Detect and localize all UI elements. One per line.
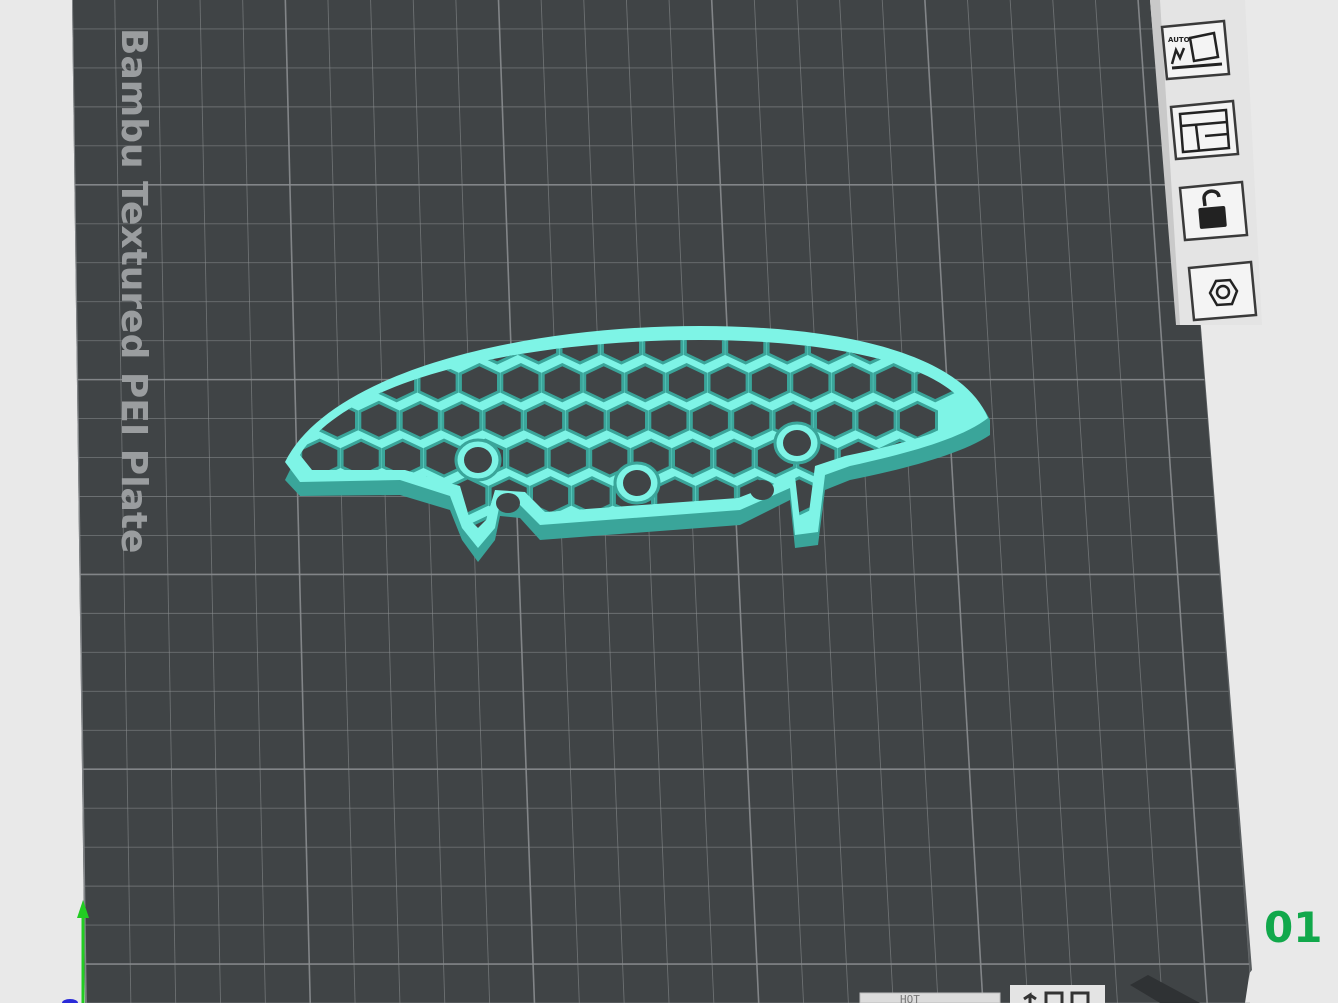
x-axis [62,999,78,1003]
honeycomb-cell [399,400,441,441]
bottom-bar-text: HOT [900,993,920,1003]
honeycomb-cell [547,438,589,478]
honeycomb-cell [441,400,483,441]
honeycomb-cell [831,363,873,403]
mounting-hole [496,493,520,513]
honeycomb-cell [624,363,666,403]
honeycomb-cell [482,400,524,441]
honeycomb-cell [790,363,832,403]
honeycomb-cell [707,363,749,403]
honeycomb-cell [506,438,548,478]
honeycomb-cell [814,400,856,441]
honeycomb-cell [648,400,690,441]
honeycomb-cell [458,363,500,403]
honeycomb-cell [583,363,625,403]
honeycomb-cell [606,400,648,441]
mounting-hole [773,421,821,465]
plate-label: Bambu Textured PEI Plate [113,28,154,553]
plate-number[interactable]: 01 [1264,903,1322,952]
honeycomb-cell [541,363,583,403]
honeycomb-cell [748,363,790,403]
honeycomb-cell [855,400,897,441]
mounting-hole [750,480,774,500]
plate-toolbar: AUTO [1150,0,1270,340]
honeycomb-cell [731,400,773,441]
honeycomb-cell [565,400,607,441]
honeycomb-cell [672,438,714,478]
mounting-hole [454,438,502,482]
3d-viewport[interactable]: Bambu Textured PEI Plate 01 HOT AUTO [0,0,1338,1003]
scene-canvas[interactable]: Bambu Textured PEI Plate 01 HOT [0,0,1338,1003]
svg-text:AUTO: AUTO [1168,36,1190,44]
honeycomb-cell [896,400,938,441]
honeycomb-cell [524,400,566,441]
honeycomb-cell [873,363,915,403]
plate-settings-button[interactable] [1187,260,1258,322]
honeycomb-cell [713,438,755,478]
auto-orient-button[interactable]: AUTO [1160,19,1231,81]
arrange-button[interactable] [1169,99,1240,161]
mounting-hole [613,461,661,505]
honeycomb-cell [358,400,400,441]
lock-plate-button[interactable] [1178,180,1249,242]
honeycomb-cell [689,400,731,441]
honeycomb-cell [666,363,708,403]
honeycomb-cell [500,363,542,403]
